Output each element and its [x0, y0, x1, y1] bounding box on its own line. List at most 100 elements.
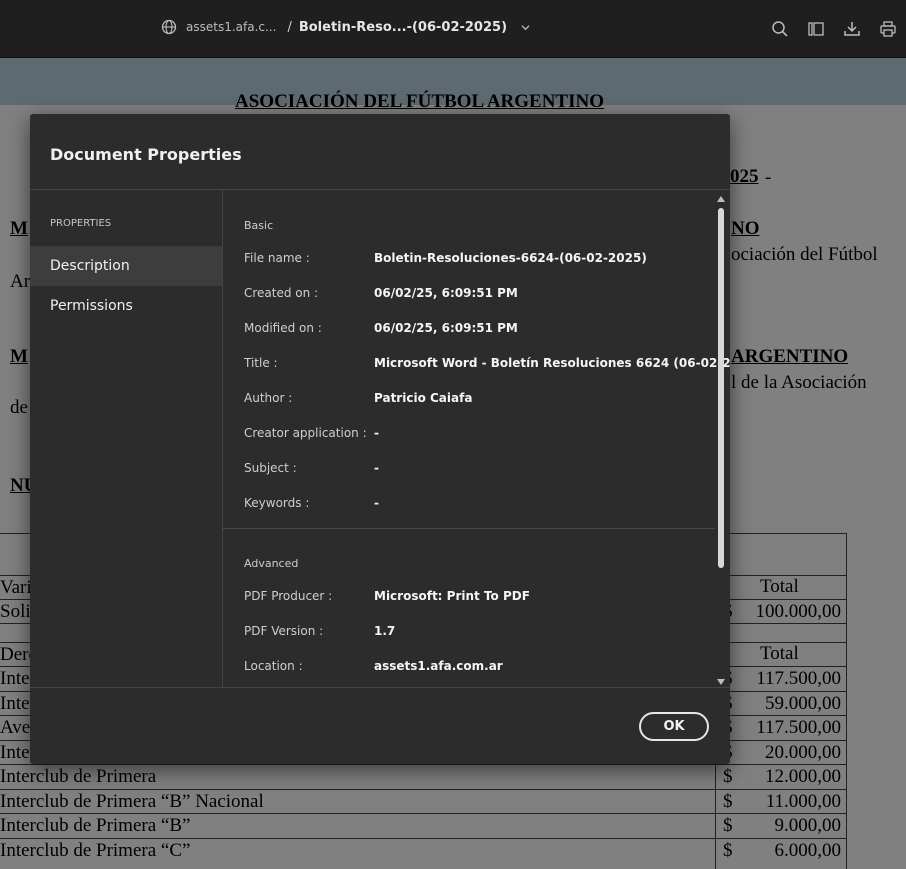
- row-label: Inte: [0, 693, 30, 714]
- sidebar-section-label: PROPERTIES: [50, 218, 112, 229]
- doc-text: 025: [730, 166, 759, 187]
- row-currency: $: [723, 840, 733, 861]
- row-value: 59.000,00: [765, 693, 841, 714]
- ok-button[interactable]: OK: [639, 712, 709, 741]
- property-key: Modified on :: [244, 321, 322, 335]
- property-location: Location : assets1.afa.com.ar: [244, 659, 714, 679]
- doc-text: de: [10, 397, 28, 418]
- property-value: 06/02/25, 6:09:51 PM: [374, 286, 518, 300]
- doc-text: l de la Asociación: [731, 372, 867, 393]
- document-properties-dialog: Document Properties PROPERTIES Descripti…: [30, 114, 730, 764]
- table-row: Interclub de Primera “B” $ 9.000,00: [0, 813, 847, 838]
- scroll-up-icon[interactable]: [717, 196, 725, 202]
- globe-icon: [161, 19, 177, 35]
- property-value: -: [374, 461, 379, 475]
- dialog-title: Document Properties: [50, 145, 242, 164]
- download-button[interactable]: [834, 18, 870, 40]
- doc-text: -: [765, 167, 772, 188]
- search-button[interactable]: [762, 18, 798, 40]
- print-button[interactable]: [870, 18, 906, 40]
- thumbnails-button[interactable]: [798, 18, 834, 40]
- property-key: Author :: [244, 391, 293, 405]
- property-value: Patricio Caiafa: [374, 391, 473, 405]
- table-row: Interclub de Primera “B” Nacional $ 11.0…: [0, 789, 847, 814]
- properties-content: Basic File name : Boletin-Resoluciones-6…: [223, 190, 730, 687]
- document-name[interactable]: Boletin-Reso...-(06-02-2025): [299, 20, 507, 35]
- row-value: 117.500,00: [756, 717, 841, 738]
- property-value: 1.7: [374, 624, 396, 638]
- property-keywords: Keywords : -: [244, 496, 714, 516]
- property-creator-application: Creator application : -: [244, 426, 714, 446]
- row-label: Interclub de Primera “B”: [0, 815, 191, 836]
- top-toolbar: assets1.afa.c... / Boletin-Reso...-(06-0…: [0, 0, 906, 58]
- row-value: 9.000,00: [774, 815, 842, 836]
- property-modified-on: Modified on : 06/02/25, 6:09:51 PM: [244, 321, 714, 341]
- property-author: Author : Patricio Caiafa: [244, 391, 714, 411]
- property-key: Creator application :: [244, 426, 367, 440]
- column-header: Total: [760, 576, 799, 597]
- breadcrumb: assets1.afa.c... / Boletin-Reso...-(06-0…: [161, 19, 530, 35]
- chevron-down-icon[interactable]: [521, 23, 530, 32]
- property-value: -: [374, 496, 379, 510]
- scroll-down-icon[interactable]: [717, 679, 725, 685]
- row-label: Interclub de Primera “B” Nacional: [0, 791, 264, 812]
- scrollbar-thumb[interactable]: [718, 208, 724, 568]
- row-value: 6.000,00: [774, 840, 842, 861]
- row-value: 11.000,00: [765, 791, 841, 812]
- row-value: 100.000,00: [755, 601, 842, 622]
- row-value: 117.500,00: [756, 668, 841, 689]
- row-value: 12.000,00: [765, 766, 841, 787]
- property-key: Location :: [244, 659, 303, 673]
- row-label: Soli: [0, 601, 31, 622]
- doc-text: ARGENTINO: [731, 346, 849, 367]
- property-key: Keywords :: [244, 496, 310, 510]
- sidebar-item-description[interactable]: Description: [30, 246, 222, 286]
- row-currency: $: [723, 815, 733, 836]
- property-created-on: Created on : 06/02/25, 6:09:51 PM: [244, 286, 714, 306]
- row-currency: $: [723, 766, 733, 787]
- print-icon: [880, 21, 896, 37]
- property-file-name: File name : Boletin-Resoluciones-6624-(0…: [244, 251, 714, 271]
- property-key: Created on :: [244, 286, 319, 300]
- doc-text: ociación del Fútbol: [731, 244, 878, 265]
- section-divider: [223, 528, 715, 529]
- property-subject: Subject : -: [244, 461, 714, 481]
- property-title: Title : Microsoft Word - Boletín Resoluc…: [244, 356, 730, 376]
- row-value: 20.000,00: [765, 742, 841, 763]
- row-label: Inte: [0, 742, 30, 763]
- sidebar-item-permissions[interactable]: Permissions: [30, 286, 222, 326]
- doc-text: NO: [731, 218, 760, 239]
- property-value: Boletin-Resoluciones-6624-(06-02-2025): [374, 251, 647, 265]
- toolbar-actions: [762, 18, 906, 40]
- doc-text: Ar: [10, 271, 31, 292]
- property-value: 06/02/25, 6:09:51 PM: [374, 321, 518, 335]
- row-label: Vari: [0, 577, 32, 598]
- row-label: Interclub de Primera: [0, 766, 157, 787]
- domain-link[interactable]: assets1.afa.c...: [186, 20, 276, 34]
- table-row: Interclub de Primera $ 12.000,00: [0, 764, 847, 789]
- row-label: Ave: [0, 717, 31, 738]
- document-heading: ASOCIACIÓN DEL FÚTBOL ARGENTINO: [235, 91, 604, 112]
- property-value: Microsoft Word - Boletín Resoluciones 66…: [374, 356, 730, 370]
- property-key: Title :: [244, 356, 278, 370]
- section-advanced-heading: Advanced: [244, 557, 299, 570]
- property-key: PDF Version :: [244, 624, 324, 638]
- column-header: Total: [760, 643, 799, 664]
- search-icon: [772, 21, 788, 37]
- properties-sidebar: PROPERTIES Description Permissions: [30, 190, 223, 687]
- property-key: File name :: [244, 251, 310, 265]
- download-icon: [844, 22, 860, 36]
- property-key: Subject :: [244, 461, 297, 475]
- property-value: assets1.afa.com.ar: [374, 659, 503, 673]
- row-currency: $: [723, 791, 733, 812]
- dialog-footer-divider: [30, 687, 730, 688]
- property-key: PDF Producer :: [244, 589, 333, 603]
- content-scrollbar[interactable]: [715, 194, 727, 687]
- table-row: Interclub de Primera “C” $ 6.000,00: [0, 838, 847, 863]
- doc-text: M: [10, 346, 28, 367]
- thumbnails-icon: [808, 22, 824, 36]
- section-basic-heading: Basic: [244, 219, 274, 232]
- property-value: Microsoft: Print To PDF: [374, 589, 530, 603]
- property-value: -: [374, 426, 379, 440]
- doc-text: M: [10, 218, 28, 239]
